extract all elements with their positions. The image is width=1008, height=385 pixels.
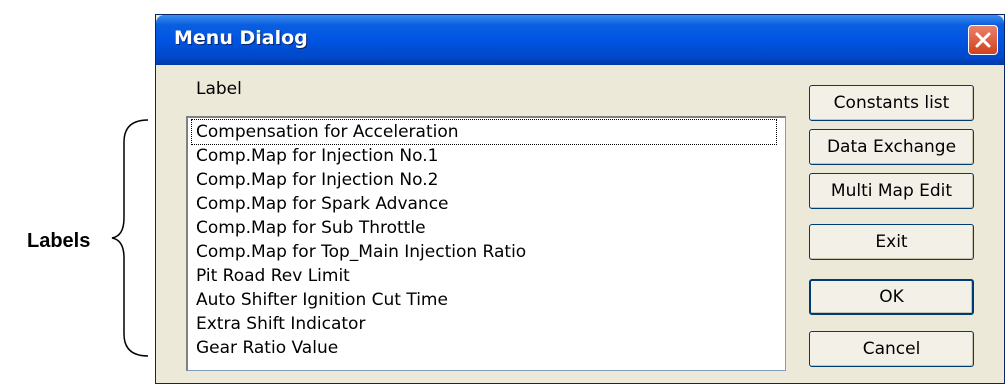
ok-button[interactable]: OK (809, 279, 974, 315)
list-item[interactable]: Comp.Map for Sub Throttle (196, 216, 426, 240)
close-icon (975, 32, 991, 48)
menu-dialog-window: Menu Dialog Label Compensation for Accel… (155, 14, 1005, 384)
close-button[interactable] (968, 25, 998, 55)
label-heading: Label (196, 79, 242, 99)
list-item[interactable]: Gear Ratio Value (196, 336, 338, 360)
labels-listbox[interactable]: Compensation for Acceleration Comp.Map f… (186, 116, 786, 371)
list-item[interactable]: Extra Shift Indicator (196, 312, 365, 336)
list-item[interactable]: Comp.Map for Injection No.1 (196, 144, 438, 168)
cancel-button[interactable]: Cancel (809, 331, 974, 367)
list-item[interactable]: Comp.Map for Injection No.2 (196, 168, 438, 192)
list-item[interactable]: Pit Road Rev Limit (196, 264, 350, 288)
exit-button[interactable]: Exit (809, 224, 974, 260)
constants-list-button[interactable]: Constants list (809, 85, 974, 121)
list-item[interactable]: Comp.Map for Top_Main Injection Ratio (196, 240, 526, 264)
curly-brace-annotation (111, 119, 149, 357)
title-bar[interactable]: Menu Dialog (156, 15, 1004, 65)
list-item[interactable]: Compensation for Acceleration (191, 119, 777, 145)
dialog-title: Menu Dialog (174, 27, 308, 49)
multi-map-edit-button[interactable]: Multi Map Edit (809, 173, 974, 209)
data-exchange-button[interactable]: Data Exchange (809, 129, 974, 165)
list-item[interactable]: Auto Shifter Ignition Cut Time (196, 288, 448, 312)
list-item[interactable]: Comp.Map for Spark Advance (196, 192, 449, 216)
labels-annotation: Labels (27, 230, 91, 252)
